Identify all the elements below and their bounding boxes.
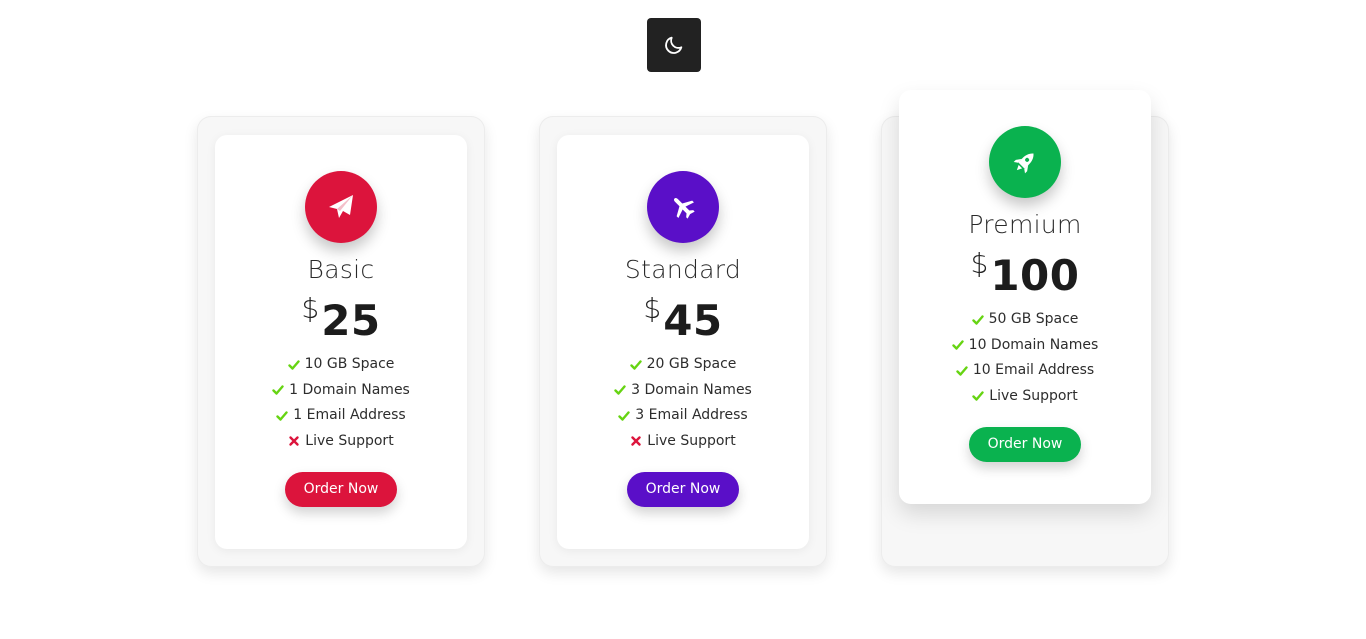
check-icon — [614, 385, 626, 395]
feature-list: 50 GB Space 10 Domain Names 10 Email Add… — [899, 307, 1151, 409]
plan-name: Basic — [307, 255, 375, 284]
cross-icon — [631, 436, 641, 446]
feature-item: 3 Domain Names — [557, 378, 809, 404]
price-amount: 25 — [321, 296, 381, 345]
plan-icon-badge — [989, 126, 1061, 198]
feature-item: 10 GB Space — [215, 352, 467, 378]
pricing-card-standard: Standard $ 45 20 GB Space 3 Domain Names… — [557, 135, 809, 549]
check-icon — [272, 385, 284, 395]
feature-item: 3 Email Address — [557, 403, 809, 429]
moon-icon — [665, 36, 683, 54]
airplane-icon — [673, 197, 695, 219]
pricing-card-basic: Basic $ 25 10 GB Space 1 Domain Names 1 … — [215, 135, 467, 549]
cross-icon — [289, 436, 299, 446]
plan-price: $ 100 — [899, 245, 1151, 300]
paper-plane-icon — [329, 195, 353, 218]
plan-price: $ 25 — [215, 290, 467, 345]
feature-item: 1 Domain Names — [215, 378, 467, 404]
check-icon — [629, 360, 642, 370]
theme-toggle-button[interactable] — [647, 18, 701, 72]
check-icon — [276, 411, 288, 421]
pricing-card-premium: Premium $ 100 50 GB Space 10 Domain Name… — [899, 90, 1151, 504]
plan-icon-badge — [647, 171, 719, 243]
plan-name: Standard — [624, 255, 742, 284]
currency-symbol: $ — [970, 247, 989, 280]
plan-name: Premium — [968, 210, 1082, 239]
feature-item: 50 GB Space — [899, 307, 1151, 333]
check-icon — [287, 360, 300, 370]
price-amount: 100 — [990, 251, 1080, 300]
order-now-button[interactable]: Order Now — [968, 427, 1082, 462]
currency-symbol: $ — [643, 292, 662, 325]
feature-item: 10 Email Address — [899, 358, 1151, 384]
plan-price: $ 45 — [557, 290, 809, 345]
check-icon — [971, 315, 984, 325]
feature-list: 10 GB Space 1 Domain Names 1 Email Addre… — [215, 352, 467, 454]
feature-item: 10 Domain Names — [899, 333, 1151, 359]
check-icon — [972, 391, 984, 401]
currency-symbol: $ — [301, 292, 320, 325]
check-icon — [956, 366, 968, 376]
feature-item: Live Support — [557, 429, 809, 455]
check-icon — [951, 340, 964, 350]
feature-item: Live Support — [215, 429, 467, 455]
feature-item: Live Support — [899, 384, 1151, 410]
order-now-button[interactable]: Order Now — [626, 472, 740, 507]
price-amount: 45 — [663, 296, 723, 345]
plan-icon-badge — [305, 171, 377, 243]
check-icon — [618, 411, 630, 421]
feature-item: 20 GB Space — [557, 352, 809, 378]
feature-item: 1 Email Address — [215, 403, 467, 429]
feature-list: 20 GB Space 3 Domain Names 3 Email Addre… — [557, 352, 809, 454]
rocket-icon — [1013, 153, 1034, 174]
order-now-button[interactable]: Order Now — [284, 472, 398, 507]
